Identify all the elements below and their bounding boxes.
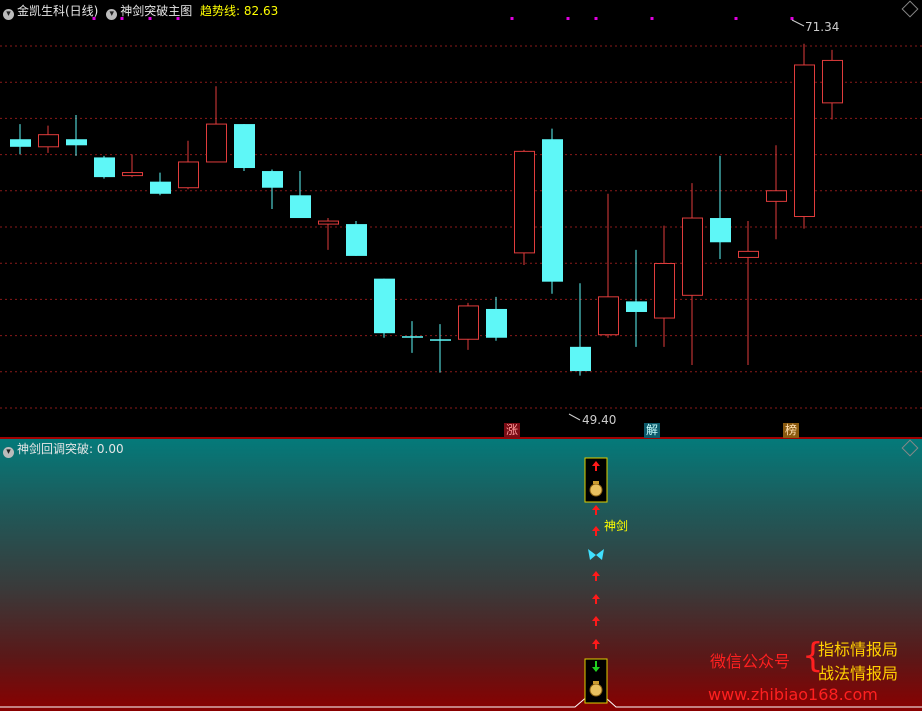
money-bag-icon <box>593 481 599 484</box>
candle-body <box>318 220 339 225</box>
low-pointer <box>568 413 581 421</box>
candle-body <box>486 308 507 338</box>
collapse-icon[interactable]: ▾ <box>3 9 14 20</box>
tag-bang: 榜 <box>783 423 799 438</box>
candle-body <box>178 161 199 189</box>
money-bag-icon <box>593 681 599 684</box>
up-arrow-icon <box>592 505 600 510</box>
candle-body <box>598 296 619 336</box>
up-arrow-icon <box>592 639 600 644</box>
candle-body <box>738 250 759 258</box>
watermark-line3: 战法情报局 <box>818 664 899 683</box>
high-pointer <box>791 19 805 27</box>
candle-body <box>766 190 787 202</box>
candle-body <box>206 123 227 163</box>
up-arrow-icon <box>595 621 597 626</box>
candle-body <box>66 139 87 146</box>
candle-body <box>346 224 367 256</box>
low-price-label: 49.40 <box>582 413 617 427</box>
candle-body <box>234 124 255 169</box>
indicator-name: 神剑突破主图 <box>120 4 193 18</box>
candle-body <box>458 305 479 340</box>
candle-body <box>654 262 675 319</box>
candle-body <box>150 181 171 194</box>
candle-body <box>822 59 843 104</box>
signal-dot <box>510 17 514 20</box>
candle-body <box>290 195 311 219</box>
candle-body <box>94 157 115 178</box>
tag-jie: 解 <box>644 423 660 438</box>
high-price-label: 71.34 <box>805 20 840 34</box>
up-arrow-icon <box>595 576 597 581</box>
candle-body <box>262 171 283 188</box>
indicator-menu-icon[interactable]: ▾ <box>106 9 118 20</box>
up-arrow-icon <box>595 531 597 536</box>
candle-body <box>570 346 591 372</box>
candle-body <box>710 218 731 243</box>
trend-value: 82.63 <box>243 4 279 18</box>
signal-dot <box>790 17 794 20</box>
candle-body <box>794 64 815 218</box>
up-arrow-icon <box>595 599 597 604</box>
candle-body <box>374 278 395 334</box>
candle-body <box>514 150 535 254</box>
signal-dot <box>566 17 570 20</box>
sub-indicator-name: 神剑回调突破 <box>17 442 90 456</box>
candle-body <box>10 139 31 147</box>
butterfly-icon <box>588 549 604 560</box>
candlestick-chart[interactable] <box>0 0 922 438</box>
up-arrow-icon <box>595 644 597 649</box>
money-bag-icon <box>589 483 603 497</box>
up-arrow-icon <box>592 616 600 621</box>
watermark-line2: 指标情报局 <box>818 640 899 659</box>
watermark-url: www.zhibiao168.com <box>708 685 878 704</box>
signal-dot <box>734 17 738 20</box>
up-arrow-icon <box>595 466 597 471</box>
up-arrow-icon <box>595 510 597 515</box>
sub-indicator-value: : 0.00 <box>89 442 124 456</box>
trend-label: 趋势线: <box>200 4 241 18</box>
sub-header: ▾ 神剑回调突破: 0.00 <box>3 440 124 458</box>
candle-body <box>402 336 423 338</box>
up-arrow-icon <box>592 571 600 576</box>
main-chart-panel[interactable] <box>0 0 922 438</box>
watermark-wechat: 微信公众号 <box>710 652 791 671</box>
candle-body <box>430 339 451 341</box>
candle-body <box>682 217 703 296</box>
down-arrow-icon <box>595 661 597 667</box>
tag-zhang: 涨 <box>504 423 520 438</box>
money-bag-icon <box>589 683 603 697</box>
signal-dot <box>650 17 654 20</box>
candle-body <box>542 139 563 282</box>
candle-body <box>38 134 59 148</box>
up-arrow-icon <box>592 594 600 599</box>
signal-dot <box>594 17 598 20</box>
main-header: ▾ 金凯生科(日线) ▾ 神剑突破主图 趋势线: 82.63 <box>3 2 278 20</box>
collapse-icon[interactable]: ▾ <box>3 447 14 458</box>
shenjian-label: 神剑 <box>604 519 629 533</box>
candle-body <box>626 301 647 312</box>
stock-name: 金凯生科(日线) <box>17 4 99 18</box>
up-arrow-icon <box>592 526 600 531</box>
candle-body <box>122 172 143 177</box>
